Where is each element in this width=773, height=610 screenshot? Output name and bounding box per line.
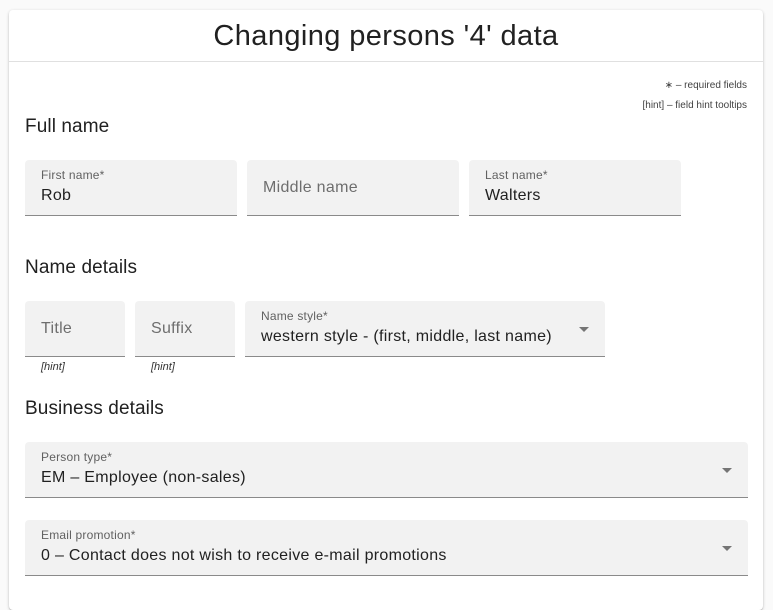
suffix-placeholder: Suffix xyxy=(151,320,193,337)
name-style-label: Name style* xyxy=(261,309,328,323)
middle-name-field[interactable]: Middle name xyxy=(247,160,459,216)
dropdown-arrow-icon[interactable] xyxy=(722,468,732,473)
name-style-select[interactable]: Name style* western style - (first, midd… xyxy=(245,301,605,357)
email-promotion-value: 0 – Contact does not wish to receive e-m… xyxy=(41,547,447,564)
last-name-label: Last name* xyxy=(485,168,548,182)
person-edit-card: Changing persons '4' data ∗ – required f… xyxy=(9,10,763,610)
first-name-field[interactable]: First name* Rob xyxy=(25,160,237,216)
section-title-name-details: Name details xyxy=(25,257,138,278)
section-title-business-details: Business details xyxy=(25,398,164,419)
title-hint[interactable]: [hint] xyxy=(41,361,65,373)
dropdown-arrow-icon[interactable] xyxy=(579,327,589,332)
middle-name-placeholder: Middle name xyxy=(263,179,358,196)
first-name-value[interactable]: Rob xyxy=(41,187,71,205)
title-field[interactable]: Title xyxy=(25,301,125,357)
page-title: Changing persons '4' data xyxy=(9,10,763,62)
person-type-label: Person type* xyxy=(41,450,113,464)
hint-tooltips-note: [hint] – field hint tooltips xyxy=(642,100,747,111)
suffix-field[interactable]: Suffix xyxy=(135,301,235,357)
email-promotion-select[interactable]: Email promotion* 0 – Contact does not wi… xyxy=(25,520,748,576)
dropdown-arrow-icon[interactable] xyxy=(722,546,732,551)
last-name-value[interactable]: Walters xyxy=(485,187,541,205)
suffix-hint[interactable]: [hint] xyxy=(151,361,175,373)
legend: ∗ – required fields [hint] – field hint … xyxy=(642,76,747,116)
name-style-value: western style - (first, middle, last nam… xyxy=(261,328,552,345)
person-type-value: EM – Employee (non-sales) xyxy=(41,469,246,486)
person-type-select[interactable]: Person type* EM – Employee (non-sales) xyxy=(25,442,748,498)
last-name-field[interactable]: Last name* Walters xyxy=(469,160,681,216)
title-placeholder: Title xyxy=(41,320,73,337)
email-promotion-label: Email promotion* xyxy=(41,528,136,542)
section-title-full-name: Full name xyxy=(25,116,110,137)
first-name-label: First name* xyxy=(41,168,105,182)
required-fields-note: ∗ – required fields xyxy=(664,80,747,91)
